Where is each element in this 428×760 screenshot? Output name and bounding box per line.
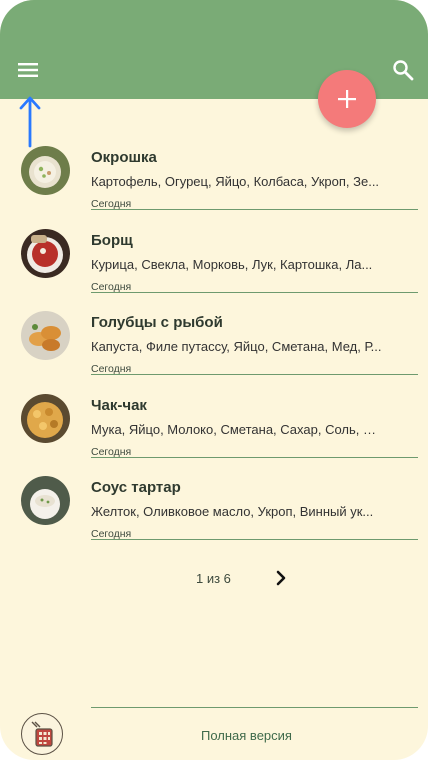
hamburger-menu-icon[interactable] bbox=[14, 56, 42, 84]
calculator-icon[interactable] bbox=[21, 713, 63, 755]
divider bbox=[91, 291, 418, 293]
plus-icon bbox=[338, 90, 356, 108]
recipe-item-borsch[interactable]: Борщ Курица, Свекла, Морковь, Лук, Карто… bbox=[0, 223, 428, 306]
recipe-item-sous-tartar[interactable]: Соус тартар Желток, Оливковое масло, Укр… bbox=[0, 470, 428, 553]
recipe-item-golubtsy[interactable]: Голубцы с рыбой Капуста, Филе путассу, Я… bbox=[0, 305, 428, 388]
recipe-title: Борщ bbox=[91, 231, 133, 249]
recipe-list: Окрошка Картофель, Огурец, Яйцо, Колбаса… bbox=[0, 140, 428, 553]
divider bbox=[91, 456, 418, 458]
recipe-item-okroshka[interactable]: Окрошка Картофель, Огурец, Яйцо, Колбаса… bbox=[0, 140, 428, 223]
chevron-right-icon[interactable] bbox=[273, 570, 289, 586]
recipe-thumbnail bbox=[21, 228, 70, 278]
recipe-thumbnail bbox=[21, 476, 70, 525]
search-icon[interactable] bbox=[389, 56, 417, 84]
recipe-title: Соус тартар bbox=[91, 479, 181, 496]
divider bbox=[91, 539, 418, 540]
divider bbox=[91, 209, 418, 210]
full-version-link[interactable]: Полная версия bbox=[201, 728, 292, 743]
recipe-thumbnail bbox=[21, 393, 70, 443]
app-screen: Окрошка Картофель, Огурец, Яйцо, Колбаса… bbox=[0, 0, 428, 760]
recipe-ingredients: Курица, Свекла, Морковь, Лук, Картошка, … bbox=[91, 256, 373, 272]
recipe-thumbnail bbox=[21, 146, 70, 195]
recipe-ingredients: Картофель, Огурец, Яйцо, Колбаса, Укроп,… bbox=[91, 174, 380, 189]
recipe-item-chak-chak[interactable]: Чак-чак Мука, Яйцо, Молоко, Сметана, Сах… bbox=[0, 388, 428, 471]
divider bbox=[91, 707, 418, 708]
recipe-title: Окрошка bbox=[91, 149, 157, 166]
add-recipe-button[interactable] bbox=[318, 70, 376, 128]
recipe-ingredients: Желток, Оливковое масло, Укроп, Винный у… bbox=[91, 504, 374, 519]
recipe-title: Чак-чак bbox=[91, 396, 147, 414]
pagination-label: 1 из 6 bbox=[196, 571, 231, 586]
recipe-thumbnail bbox=[21, 311, 70, 360]
recipe-ingredients: Капуста, Филе путассу, Яйцо, Сметана, Ме… bbox=[91, 339, 382, 354]
recipe-ingredients: Мука, Яйцо, Молоко, Сметана, Сахар, Соль… bbox=[91, 421, 383, 437]
recipe-title: Голубцы с рыбой bbox=[91, 314, 223, 331]
divider bbox=[91, 374, 418, 375]
